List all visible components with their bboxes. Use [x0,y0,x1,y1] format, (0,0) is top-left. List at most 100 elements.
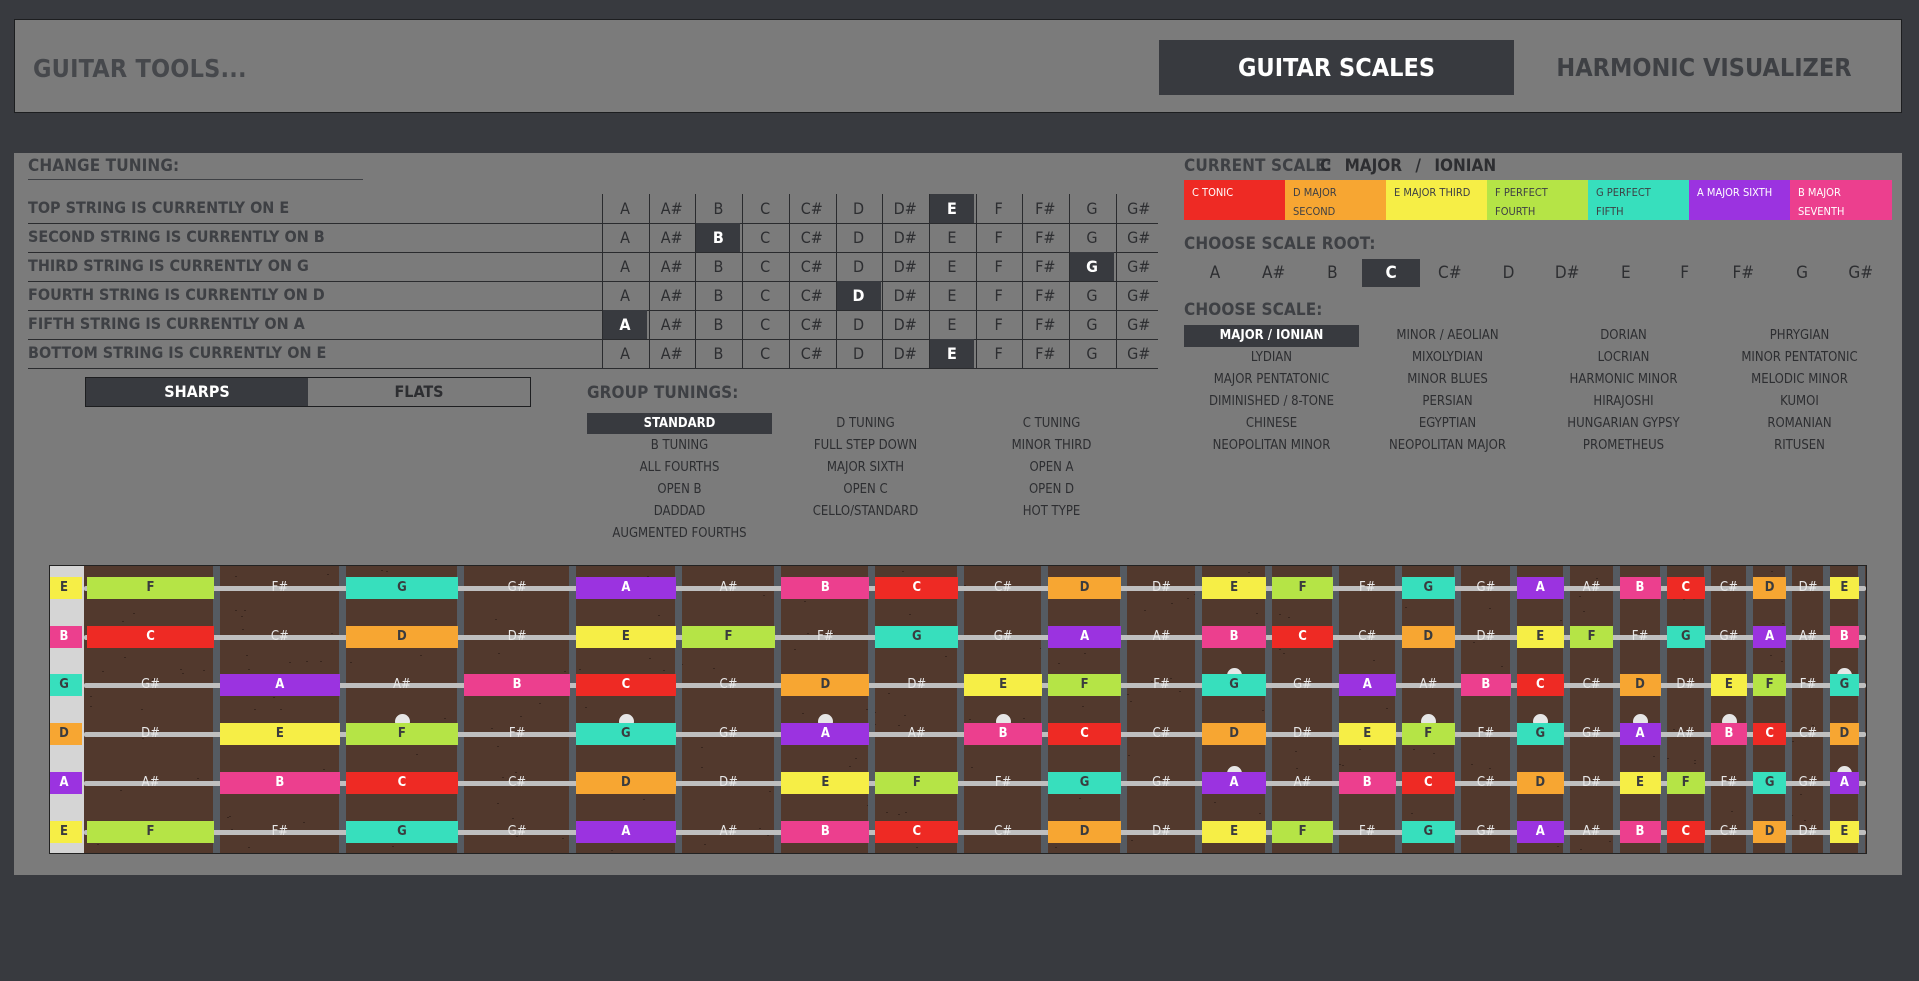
tuning-note-g[interactable]: G [1069,281,1114,310]
tuning-note-f-sharp[interactable]: F# [1022,281,1067,310]
tuning-note-g-sharp[interactable]: G# [1115,281,1161,310]
note-marker-e[interactable]: E [1710,674,1747,696]
note-marker-g[interactable]: G [1752,772,1787,794]
note-marker-f-sharp[interactable]: F# [781,626,869,648]
scale-option-minor-pentatonic[interactable]: MINOR PENTATONIC [1712,347,1887,369]
tuning-note-a-sharp[interactable]: A# [648,252,694,281]
tuning-note-e[interactable]: E [928,339,974,368]
note-marker-c-sharp[interactable]: C# [220,626,340,648]
note-marker-a-sharp[interactable]: A# [1402,674,1455,696]
note-marker-c-sharp[interactable]: C# [964,577,1042,599]
tuning-note-d-sharp[interactable]: D# [882,194,927,223]
tuning-option-cello-standard[interactable]: CELLO/STANDARD [773,501,958,522]
note-marker-g[interactable]: G [1401,821,1455,843]
tuning-note-d[interactable]: D [835,281,881,310]
note-marker-e[interactable]: E [50,821,82,843]
scale-option-phrygian[interactable]: PHRYGIAN [1712,325,1887,347]
tuning-note-c-sharp[interactable]: C# [788,310,834,339]
note-marker-f[interactable]: F [345,723,459,745]
note-marker-g-sharp[interactable]: G# [682,723,776,745]
tuning-note-c[interactable]: C [742,281,787,310]
note-marker-a[interactable]: A [50,772,82,794]
tuning-note-a-sharp[interactable]: A# [648,194,694,223]
note-marker-g-sharp[interactable]: G# [1272,674,1333,696]
note-marker-g-sharp[interactable]: G# [1711,626,1747,648]
note-marker-d-sharp[interactable]: D# [682,772,776,794]
note-marker-c-sharp[interactable]: C# [464,772,570,794]
note-marker-d[interactable]: D [50,723,82,745]
note-marker-e[interactable]: E [1619,772,1661,794]
tuning-note-d-sharp[interactable]: D# [882,252,927,281]
scale-option-ritusen[interactable]: RITUSEN [1712,435,1887,457]
note-marker-f[interactable]: F [681,626,776,648]
note-marker-c-sharp[interactable]: C# [964,821,1042,843]
note-marker-g-sharp[interactable]: G# [464,577,570,599]
root-note-f-sharp[interactable]: F# [1714,259,1772,287]
note-marker-c[interactable]: C [576,674,676,696]
note-marker-e[interactable]: E [1201,821,1267,843]
tuning-note-c-sharp[interactable]: C# [788,223,834,252]
note-marker-a[interactable]: A [220,674,340,696]
note-marker-g[interactable]: G [50,674,82,696]
tuning-option-d-tuning[interactable]: D TUNING [773,413,958,434]
root-note-b[interactable]: B [1303,259,1361,287]
tuning-note-f[interactable]: F [975,194,1021,223]
note-marker-d-sharp[interactable]: D# [87,723,214,745]
scale-option-hirajoshi[interactable]: HIRAJOSHI [1536,391,1711,413]
tuning-note-d[interactable]: D [835,252,881,281]
note-marker-g-sharp[interactable]: G# [1461,577,1511,599]
note-marker-f[interactable]: F [1272,577,1333,599]
note-marker-d-sharp[interactable]: D# [875,674,958,696]
scale-option-egyptian[interactable]: EGYPTIAN [1360,413,1535,435]
note-marker-d[interactable]: D [1752,821,1787,843]
scale-option-romanian[interactable]: ROMANIAN [1712,413,1887,435]
note-marker-d[interactable]: D [1619,674,1661,696]
tuning-note-f-sharp[interactable]: F# [1022,252,1067,281]
scale-option-lydian[interactable]: LYDIAN [1184,347,1359,369]
note-marker-d-sharp[interactable]: D# [1792,577,1823,599]
root-note-c[interactable]: C [1362,259,1421,287]
note-marker-c[interactable]: C [87,626,215,648]
note-marker-e[interactable]: E [50,577,82,599]
scale-option-prometheus[interactable]: PROMETHEUS [1536,435,1711,457]
tuning-note-b[interactable]: B [695,223,741,252]
tuning-option-open-b[interactable]: OPEN B [587,479,772,500]
note-marker-d-sharp[interactable]: D# [1272,723,1333,745]
tuning-note-f[interactable]: F [975,281,1021,310]
tuning-option-b-tuning[interactable]: B TUNING [587,435,772,456]
tuning-option-hot-type[interactable]: HOT TYPE [959,501,1144,522]
note-marker-g[interactable]: G [1829,674,1859,696]
note-marker-a-sharp[interactable]: A# [87,772,214,794]
note-marker-c[interactable]: C [1752,723,1787,745]
note-marker-d[interactable]: D [1048,821,1122,843]
note-marker-e[interactable]: E [1516,626,1564,648]
note-marker-g-sharp[interactable]: G# [1570,723,1614,745]
note-marker-d[interactable]: D [1201,723,1267,745]
note-marker-f[interactable]: F [1272,821,1333,843]
tuning-note-a[interactable]: A [602,252,647,281]
tuning-note-g-sharp[interactable]: G# [1115,310,1161,339]
note-marker-e[interactable]: E [781,772,870,794]
note-marker-b[interactable]: B [781,821,870,843]
note-marker-g[interactable]: G [345,577,459,599]
note-marker-e[interactable]: E [1338,723,1396,745]
note-marker-a-sharp[interactable]: A# [682,577,776,599]
tuning-note-g[interactable]: G [1069,339,1114,368]
note-marker-a[interactable]: A [1752,626,1787,648]
tuning-note-a[interactable]: A [602,194,647,223]
note-marker-d[interactable]: D [345,626,459,648]
note-marker-a[interactable]: A [576,821,676,843]
note-marker-b[interactable]: B [1619,577,1661,599]
tuning-option-augmented-fourths[interactable]: AUGMENTED FOURTHS [587,523,772,544]
note-marker-f[interactable]: F [1048,674,1122,696]
tuning-note-g-sharp[interactable]: G# [1115,194,1161,223]
tuning-note-b[interactable]: B [695,281,740,310]
scale-option-dorian[interactable]: DORIAN [1536,325,1711,347]
tuning-note-c[interactable]: C [742,194,787,223]
scale-option-minor-blues[interactable]: MINOR BLUES [1360,369,1535,391]
tuning-option-open-a[interactable]: OPEN A [959,457,1144,478]
tab-guitar-scales[interactable]: GUITAR SCALES [1159,40,1514,95]
scale-option-minor-aeolian[interactable]: MINOR / AEOLIAN [1360,325,1535,347]
note-marker-a[interactable]: A [1201,772,1267,794]
tuning-option-minor-third[interactable]: MINOR THIRD [959,435,1144,456]
